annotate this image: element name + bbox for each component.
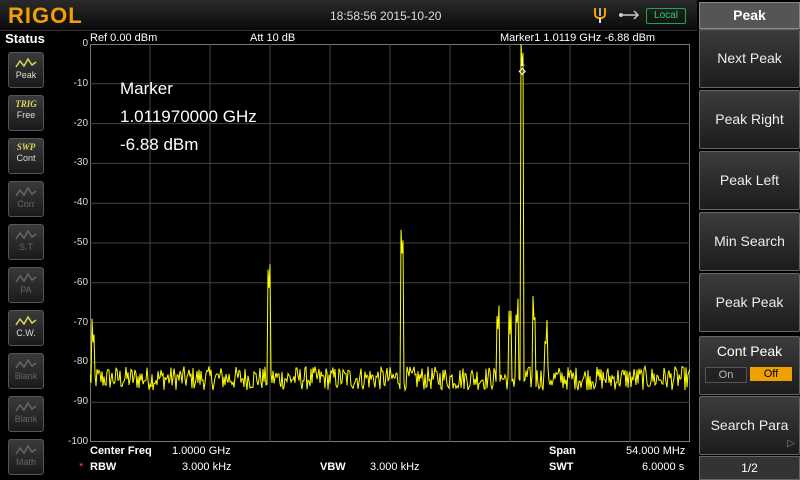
status-button-cw[interactable]: C.W. (8, 310, 44, 346)
status-button-blank[interactable]: Blank (8, 396, 44, 432)
min-search-button[interactable]: Min Search (699, 212, 800, 271)
y-tick-label: -60 (73, 276, 88, 288)
status-button-free[interactable]: TRIG Free (8, 95, 44, 131)
cont-peak-label: Cont Peak (716, 343, 783, 359)
rbw-manual-star: * (79, 461, 84, 473)
marker-title: Marker (120, 79, 173, 98)
status-button-top-label: TRIG (15, 99, 37, 109)
usb-icon (594, 8, 606, 23)
y-tick-label: -20 (73, 117, 88, 129)
date-time: 18:58:56 2015-10-20 (330, 9, 442, 23)
swt-label[interactable]: SWT (549, 461, 573, 473)
status-button-corr[interactable]: Corr (8, 181, 44, 217)
status-button-peak[interactable]: Peak (8, 52, 44, 88)
marker-diamond-icon[interactable] (518, 67, 526, 76)
y-tick-label: -50 (73, 237, 88, 248)
peak-wave-icon (15, 57, 37, 68)
status-button-label: S.T (18, 242, 33, 252)
span-value: 54.000 MHz (626, 445, 686, 457)
status-title: Status (5, 31, 45, 46)
y-tick-label: -40 (73, 197, 88, 209)
local-badge: Local (646, 8, 686, 24)
marker-header: Marker1 1.0119 GHz -6.88 dBm (500, 32, 656, 44)
cont-peak-on[interactable]: On (705, 367, 747, 383)
rigol-logo: RIGOL (8, 3, 83, 28)
status-button-label: PA (20, 285, 32, 295)
status-button-label: Math (15, 457, 36, 467)
status-button-label: Cont (16, 153, 36, 163)
status-button-blank[interactable]: Blank (8, 353, 44, 389)
center-freq-label[interactable]: Center Freq (90, 445, 152, 457)
y-tick-label: -30 (73, 157, 88, 169)
st-icon (15, 229, 37, 240)
y-tick-label: -80 (73, 356, 88, 368)
status-button-label: C.W. (16, 328, 36, 338)
status-button-label: Blank (14, 371, 38, 381)
rbw-label[interactable]: RBW (90, 461, 116, 473)
vbw-value: 3.000 kHz (370, 461, 420, 473)
status-button-label: Corr (17, 199, 35, 209)
attenuation: Att 10 dB (250, 32, 296, 44)
y-tick-label: -90 (73, 396, 88, 408)
center-freq-value: 1.0000 GHz (172, 445, 231, 457)
ref-level: Ref 0.00 dBm (90, 32, 158, 44)
corr-icon (15, 186, 37, 197)
search-para-button[interactable]: Search Para ▷ (699, 396, 800, 455)
status-button-math[interactable]: Math (8, 439, 44, 475)
y-tick-label: -70 (73, 316, 88, 328)
status-button-label: Peak (15, 70, 37, 80)
status-button-label: Free (16, 110, 36, 120)
status-button-label: Blank (14, 414, 38, 424)
peak-right-button[interactable]: Peak Right (699, 90, 800, 149)
menu-title: Peak (699, 2, 800, 29)
blank-icon (15, 401, 37, 412)
math-icon (15, 444, 37, 455)
blank-icon (15, 358, 37, 369)
span-label[interactable]: Span (549, 445, 576, 457)
y-tick-label: -100 (67, 436, 88, 447)
next-peak-button[interactable]: Next Peak (699, 29, 800, 88)
pa-icon (15, 272, 37, 283)
marker-frequency: 1.011970000 GHz (120, 107, 257, 126)
marker-readout: Marker 1.011970000 GHz -6.88 dBm (120, 75, 257, 159)
cw-icon (15, 315, 37, 326)
page-indicator[interactable]: 1/2 (699, 456, 800, 480)
network-icon (619, 10, 640, 20)
swt-value: 6.0000 s (642, 461, 685, 473)
status-button-st[interactable]: S.T (8, 224, 44, 260)
vbw-label[interactable]: VBW (320, 461, 346, 473)
y-tick-label: 0 (82, 38, 88, 49)
y-tick-label: -10 (73, 77, 88, 89)
status-button-top-label: SWP (16, 142, 36, 152)
cont-peak-off[interactable]: Off (750, 367, 792, 381)
peak-left-button[interactable]: Peak Left (699, 151, 800, 210)
peak-peak-button[interactable]: Peak Peak (699, 273, 800, 332)
rbw-value: 3.000 kHz (182, 461, 232, 473)
search-para-label: Search Para (710, 417, 789, 433)
status-button-pa[interactable]: PA (8, 267, 44, 303)
marker-number-label: 1 (519, 57, 525, 68)
status-button-cont[interactable]: SWP Cont (8, 138, 44, 174)
marker-level: -6.88 dBm (120, 135, 199, 154)
cont-peak-toggle[interactable]: Cont Peak On Off (699, 336, 800, 395)
